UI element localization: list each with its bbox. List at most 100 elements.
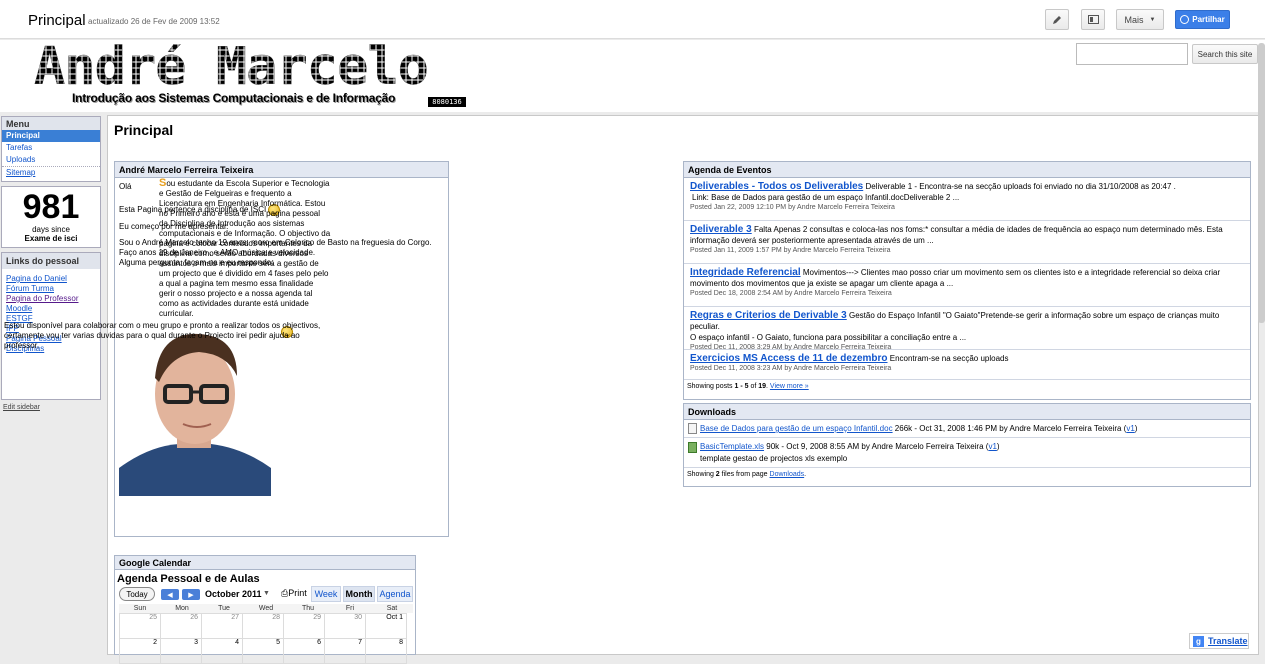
file-info-close: ) <box>1134 424 1138 433</box>
agenda-title: Agenda de Eventos <box>684 162 1250 178</box>
day-cell[interactable]: 29 <box>283 613 325 639</box>
day-cell[interactable]: 6 <box>283 638 325 664</box>
file-info-close: ) <box>996 442 1000 452</box>
code-badge: 8080136 <box>428 97 466 107</box>
view-more-link[interactable]: View more » <box>770 383 809 390</box>
footer-prefix: Showing posts <box>687 383 735 390</box>
sidebar-item-tarefas[interactable]: Tarefas <box>2 142 100 154</box>
agenda-footer: Showing posts 1 - 5 of 19. View more » <box>684 380 1250 393</box>
counter-caption: days since <box>32 225 70 234</box>
document-icon <box>688 423 697 435</box>
profile-student-text: Sou estudante da Escola Superior e Tecno… <box>159 178 331 319</box>
day-cell[interactable]: 27 <box>201 613 243 639</box>
post-line: Deliverables - Todos os Deliverables Del… <box>690 181 1244 192</box>
sidebar-item-sitemap[interactable]: Sitemap <box>2 166 100 178</box>
day-cell[interactable]: 2 <box>119 638 161 664</box>
day-cell[interactable]: 25 <box>119 613 161 639</box>
days-counter: 981 days since Exame de isci <box>1 186 101 248</box>
spreadsheet-icon <box>688 441 697 453</box>
footer-prefix: Showing <box>687 470 716 478</box>
post-meta: Posted Dec 18, 2008 2:54 AM by Andre Mar… <box>690 290 892 297</box>
next-month-button[interactable]: ▶ <box>182 589 200 600</box>
pencil-icon <box>1053 15 1061 24</box>
more-label: Mais <box>1124 14 1144 25</box>
post-title[interactable]: Integridade Referencial <box>690 267 801 278</box>
week-view-button[interactable]: Week <box>311 586 341 602</box>
day-cell[interactable]: 3 <box>160 638 202 664</box>
post-title[interactable]: Regras e Criterios de Derivable 3 <box>690 310 847 321</box>
prev-month-button[interactable]: ◀ <box>161 589 179 600</box>
file-link[interactable]: BasicTemplate.xls <box>700 442 764 451</box>
link-pagina-professor[interactable]: Pagina do Professor <box>2 294 100 304</box>
file-version[interactable]: v1 <box>988 442 996 451</box>
scrollbar[interactable] <box>1258 43 1265 323</box>
post-snippet-cont: movimento dos movimentos que ja existe s… <box>690 279 954 288</box>
search-button[interactable]: Search this site <box>1192 44 1258 64</box>
list-item: Deliverable 3 Falta Apenas 2 consultas e… <box>684 221 1250 264</box>
calendar-gadget-title: Google Calendar <box>115 556 415 570</box>
footer-total: 19 <box>758 383 767 390</box>
day-cell[interactable]: 26 <box>160 613 202 639</box>
file-version[interactable]: v1 <box>1126 424 1134 433</box>
day-cell[interactable]: 28 <box>242 613 284 639</box>
day-cell[interactable]: 7 <box>324 638 366 664</box>
day-name: Wed <box>245 604 287 613</box>
day-name: Sat <box>371 604 413 613</box>
day-name: Sun <box>119 604 161 613</box>
today-button[interactable]: Today <box>119 587 155 601</box>
list-item: Deliverables - Todos os Deliverables Del… <box>684 178 1250 221</box>
page-layout-button[interactable] <box>1081 9 1105 30</box>
profile-availability: Estou disponível para colaborar com o me… <box>4 321 321 350</box>
edit-page-button[interactable] <box>1045 9 1069 30</box>
site-subtitle: Introdução aos Sistemas Computacionais e… <box>72 91 396 105</box>
day-cell[interactable]: Oct 1 <box>365 613 407 639</box>
day-name: Mon <box>161 604 203 613</box>
chevron-down-icon[interactable]: ▼ <box>263 590 270 597</box>
site-page-title: Principal <box>28 12 86 29</box>
month-view-button[interactable]: Month <box>343 586 375 602</box>
list-item: Integridade Referencial Movimentos---> C… <box>684 264 1250 307</box>
search-input[interactable] <box>1076 43 1188 65</box>
file-link[interactable]: Base de Dados para gestão de um espaço I… <box>700 424 893 433</box>
post-snippet-cont: informação deverá ser posteriormente apr… <box>690 236 934 245</box>
post-snippet-cont: O espaço infantil - O Gaiato, funciona p… <box>690 333 967 342</box>
translate-button[interactable]: g Translate <box>1189 633 1249 649</box>
post-snippet: Falta Apenas 2 consultas e coloca-las no… <box>753 225 1223 234</box>
page-title: Principal <box>114 122 174 138</box>
chevron-down-icon: ▼ <box>1149 16 1156 23</box>
calendar-gadget: Google Calendar Agenda Pessoal e de Aula… <box>114 555 416 664</box>
post-title[interactable]: Exercicios MS Access de 11 de dezembro <box>690 353 888 364</box>
file-row: Base de Dados para gestão de um espaço I… <box>684 420 1250 439</box>
sidebar-item-uploads[interactable]: Uploads <box>2 154 100 166</box>
post-line: Deliverable 3 Falta Apenas 2 consultas e… <box>690 224 1244 235</box>
more-actions-button[interactable]: Mais ▼ <box>1116 9 1164 30</box>
agenda-view-button[interactable]: Agenda <box>377 586 413 602</box>
globe-icon <box>1180 15 1190 24</box>
week-row: 2 3 4 5 6 7 8 <box>119 638 413 664</box>
link-forum-turma[interactable]: Fórum Turma <box>2 284 100 294</box>
file-row: BasicTemplate.xls 90k - Oct 9, 2008 8:55… <box>684 438 1250 468</box>
downloads-page-link[interactable]: Downloads <box>770 471 805 478</box>
edit-sidebar-link[interactable]: Edit sidebar <box>3 404 40 411</box>
sidebar-item-principal[interactable]: Principal <box>2 130 100 142</box>
footer-mid: files from page <box>719 470 770 478</box>
post-title[interactable]: Deliverable 3 <box>690 224 752 235</box>
day-cell[interactable]: 5 <box>242 638 284 664</box>
link-moodle[interactable]: Moodle <box>2 304 100 314</box>
counter-event: Exame de isci <box>24 234 78 243</box>
day-name: Tue <box>203 604 245 613</box>
post-meta: Posted Jan 22, 2009 12:10 PM by Andre Ma… <box>690 204 895 211</box>
share-button[interactable]: Partilhar <box>1175 10 1230 29</box>
footer-range: 1 - 5 <box>734 383 749 390</box>
site-logo: André Marcelo <box>34 44 429 90</box>
link-pagina-daniel[interactable]: Pagina do Daniel <box>2 274 100 284</box>
sidebar-menu: Menu Principal Tarefas Uploads Sitemap <box>1 116 101 182</box>
post-title[interactable]: Deliverables - Todos os Deliverables <box>690 181 863 192</box>
day-cell[interactable]: 30 <box>324 613 366 639</box>
day-cell[interactable]: 8 <box>365 638 407 664</box>
downloads-gadget: Downloads Base de Dados para gestão de u… <box>683 403 1251 487</box>
links-title: Links do pessoal <box>2 253 100 269</box>
footer-end: . <box>804 470 807 478</box>
day-cell[interactable]: 4 <box>201 638 243 664</box>
print-button[interactable]: ⎙Print <box>281 588 307 599</box>
